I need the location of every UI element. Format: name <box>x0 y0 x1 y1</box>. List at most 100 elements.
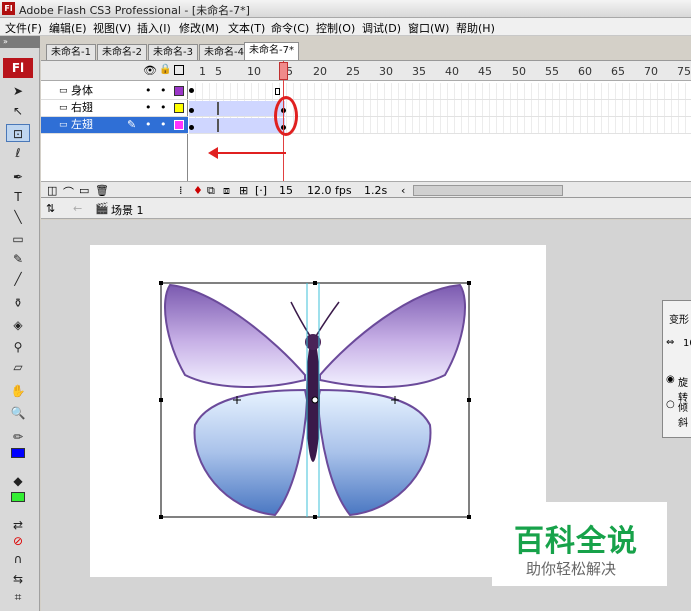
layer-row[interactable]: ▭ 右翅 • • <box>41 100 188 117</box>
visibility-dot: • <box>145 118 152 131</box>
menu-file[interactable]: 文件(F) <box>5 20 42 36</box>
current-frame: 15 <box>279 184 293 197</box>
menu-window[interactable]: 窗口(W) <box>408 20 449 36</box>
butterfly-artwork[interactable] <box>155 280 475 520</box>
hand-tool-icon[interactable]: ✋ <box>6 382 30 400</box>
motion-tween[interactable] <box>189 101 285 116</box>
tab-doc-2[interactable]: 未命名-2 <box>97 44 147 60</box>
red-arrow-annotation <box>208 147 286 159</box>
menu-text[interactable]: 文本(T) <box>228 20 265 36</box>
keyframe[interactable] <box>189 125 194 130</box>
selection-tool-icon[interactable]: ➤ <box>6 82 30 100</box>
brush-tool-icon[interactable]: ╱ <box>6 270 30 288</box>
tab-doc-3[interactable]: 未命名-3 <box>148 44 198 60</box>
ruler-tick: 40 <box>445 65 459 78</box>
scroll-left-icon[interactable]: ‹ <box>401 184 405 197</box>
frame-row[interactable] <box>189 100 691 117</box>
keyframe[interactable] <box>189 108 194 113</box>
elapsed-time: 1.2s <box>364 184 388 197</box>
back-arrow-icon[interactable]: ← <box>73 202 82 215</box>
pencil-tool-icon[interactable]: ✎ <box>6 250 30 268</box>
watermark: 百科全说 助你轻松解决 <box>492 502 667 586</box>
menu-modify[interactable]: 修改(M) <box>179 20 219 36</box>
layer-color-swatch[interactable] <box>174 120 184 130</box>
tools-panel: » Fl ➤ ↖ ⊡ ℓ ✒ T ╲ ▭ ✎ ╱ ⚱ ◈ ⚲ ▱ ✋ 🔍 ✏ ◆… <box>0 36 40 611</box>
layer-name: 右翅 <box>71 101 93 114</box>
tab-doc-1[interactable]: 未命名-1 <box>46 44 96 60</box>
line-tool-icon[interactable]: ╲ <box>6 208 30 226</box>
frame-grid[interactable] <box>189 81 691 134</box>
layer-row-selected[interactable]: ▭ 左翅 ✎ • • <box>41 117 188 134</box>
layer-name: 身体 <box>71 84 93 97</box>
layer-name: 左翅 <box>71 118 93 131</box>
free-transform-tool-icon[interactable]: ⊡ <box>6 124 30 142</box>
motion-tween[interactable] <box>189 118 285 133</box>
menu-commands[interactable]: 命令(C) <box>271 20 309 36</box>
layer-color-swatch[interactable] <box>174 103 184 113</box>
snap-magnet-icon[interactable]: ∩ <box>6 550 30 568</box>
add-layer-icon[interactable]: ◫ <box>47 184 57 197</box>
ruler-tick: 55 <box>545 65 559 78</box>
center-frame-icon[interactable]: ♦ <box>193 184 203 197</box>
scene-name[interactable]: 场景 1 <box>111 202 144 218</box>
outline-icon[interactable] <box>174 65 184 75</box>
frame-rate: 12.0 fps <box>307 184 352 197</box>
paint-bucket-tool-icon[interactable]: ◈ <box>6 316 30 334</box>
tools-collapse-icon[interactable]: » <box>0 36 40 48</box>
eye-icon[interactable]: 👁 <box>143 64 157 77</box>
no-color-icon[interactable]: ⊘ <box>6 532 30 550</box>
scale-value[interactable]: 10 <box>683 338 691 349</box>
modify-markers-icon[interactable]: [·] <box>255 184 267 197</box>
edit-frames-icon[interactable]: ⊞ <box>239 184 248 197</box>
skew-radio[interactable]: ○ <box>666 399 675 410</box>
onion-skin-icon[interactable]: ⧉ <box>207 184 215 198</box>
watermark-title: 百科全说 <box>514 524 638 559</box>
tab-doc-7[interactable]: 未命名-7* <box>244 42 299 60</box>
window-title: Adobe Flash CS3 Professional - [未命名-7*] <box>19 4 250 17</box>
timeline-scrollbar[interactable] <box>413 185 563 196</box>
keyframe[interactable] <box>189 88 194 93</box>
menu-insert[interactable]: 插入(I) <box>137 20 171 36</box>
menu-debug[interactable]: 调试(D) <box>362 20 401 36</box>
pen-tool-icon[interactable]: ✒ <box>6 168 30 186</box>
folder-icon[interactable]: ▭ <box>79 184 89 197</box>
playhead-handle[interactable] <box>279 62 288 80</box>
zoom-tool-icon[interactable]: 🔍 <box>6 404 30 422</box>
text-tool-icon[interactable]: T <box>6 188 30 206</box>
ruler-tick: 10 <box>247 65 261 78</box>
lock-icon[interactable]: 🔒 <box>159 64 171 75</box>
menu-control[interactable]: 控制(O) <box>316 20 355 36</box>
straighten-icon[interactable]: ⌗ <box>6 588 30 606</box>
frame-row[interactable] <box>189 117 691 134</box>
fill-color-swatch[interactable] <box>11 492 25 502</box>
layer-row[interactable]: ▭ 身体 • • <box>41 83 188 100</box>
eyedropper-tool-icon[interactable]: ⚲ <box>6 338 30 356</box>
timeline-toggle-icon[interactable]: ⇅ <box>46 202 55 215</box>
smooth-icon[interactable]: ⇆ <box>6 570 30 588</box>
transform-tab[interactable]: 变形 <box>669 311 689 326</box>
menu-view[interactable]: 视图(V) <box>93 20 131 36</box>
onion-outline-icon[interactable]: ⧈ <box>223 184 230 198</box>
menu-help[interactable]: 帮助(H) <box>456 20 495 36</box>
rectangle-tool-icon[interactable]: ▭ <box>6 230 30 248</box>
end-frame[interactable] <box>275 88 280 95</box>
lasso-tool-icon[interactable]: ℓ <box>6 144 30 162</box>
menu-edit[interactable]: 编辑(E) <box>49 20 87 36</box>
layer-color-swatch[interactable] <box>174 86 184 96</box>
stroke-color-swatch[interactable] <box>11 448 25 458</box>
red-circle-annotation <box>274 96 298 136</box>
stroke-color-icon[interactable]: ✏ <box>6 428 30 446</box>
eraser-tool-icon[interactable]: ▱ <box>6 358 30 376</box>
subselection-tool-icon[interactable]: ↖ <box>6 102 30 120</box>
flash-app-icon: Fl <box>2 2 15 15</box>
fill-color-icon[interactable]: ◆ <box>6 472 30 490</box>
keyframe[interactable] <box>217 119 219 132</box>
menu-bar: 文件(F) 编辑(E) 视图(V) 插入(I) 修改(M) 文本(T) 命令(C… <box>0 18 691 36</box>
keyframe[interactable] <box>217 102 219 115</box>
ink-bottle-tool-icon[interactable]: ⚱ <box>6 294 30 312</box>
rotate-radio[interactable]: ◉ <box>666 374 675 385</box>
frame-row[interactable] <box>189 83 691 100</box>
tab-doc-4[interactable]: 未命名-4 <box>199 44 249 60</box>
trash-icon[interactable]: 🗑 <box>95 184 109 197</box>
layer-icon: ▭ <box>59 86 68 96</box>
